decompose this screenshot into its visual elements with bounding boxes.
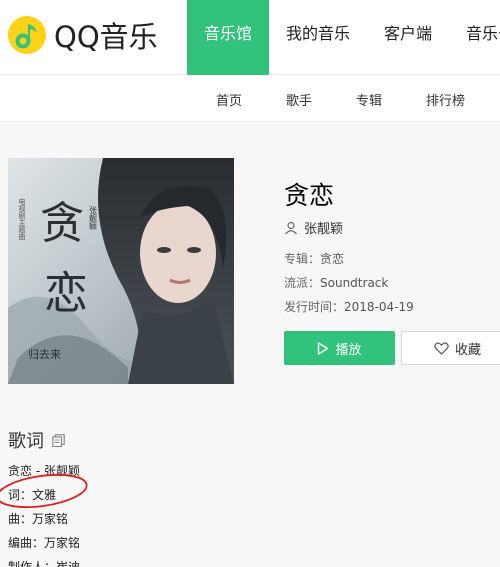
play-button[interactable]: 播放 <box>284 331 395 365</box>
album-cover[interactable]: 贪 恋 张靓颖 电视剧主题曲 归去来 <box>8 158 234 384</box>
main-nav: 音乐馆 我的音乐 客户端 音乐号 <box>187 0 500 75</box>
genre-meta: 流派：Soundtrack <box>284 274 388 291</box>
annotation-ellipse <box>0 473 88 509</box>
subnav-singers[interactable]: 歌手 <box>286 90 312 109</box>
album-cover-art: 贪 恋 张靓颖 电视剧主题曲 归去来 <box>8 158 234 384</box>
nav-my-music[interactable]: 我的音乐 <box>269 0 367 75</box>
nav-client[interactable]: 客户端 <box>367 0 449 75</box>
nav-music-hall[interactable]: 音乐馆 <box>187 0 270 75</box>
release-label: 发行时间： <box>284 300 345 314</box>
logo-note-icon <box>8 16 46 54</box>
cover-title-top: 贪 <box>40 198 84 249</box>
lyrics-heading: 歌词 <box>8 427 65 453</box>
cover-subtitle: 电视剧主题曲 <box>18 197 26 241</box>
sub-nav: 首页 歌手 专辑 排行榜 <box>0 76 500 122</box>
favorite-label: 收藏 <box>455 342 482 358</box>
subnav-charts[interactable]: 排行榜 <box>426 90 465 109</box>
cover-artist: 张靓颖 <box>89 206 98 231</box>
lyric-line: 编曲：万家铭 <box>8 536 81 550</box>
play-icon <box>318 341 329 355</box>
cover-series: 归去来 <box>28 347 61 361</box>
copy-icon[interactable] <box>52 433 65 447</box>
play-label: 播放 <box>335 342 362 358</box>
singer-row[interactable]: 张靓颖 <box>284 218 343 237</box>
album-label: 专辑： <box>284 252 321 266</box>
release-meta: 发行时间：2018-04-19 <box>284 298 414 315</box>
genre-value: Soundtrack <box>320 276 389 290</box>
heart-icon <box>434 341 449 355</box>
qq-music-logo[interactable]: QQ音乐 <box>8 14 158 56</box>
lyric-line: 制作人：崔迪 <box>8 560 81 567</box>
song-title: 贪恋 <box>284 181 335 210</box>
top-header: QQ音乐 音乐馆 我的音乐 客户端 音乐号 <box>0 0 500 75</box>
subnav-home[interactable]: 首页 <box>216 90 242 109</box>
subnav-albums[interactable]: 专辑 <box>356 90 382 109</box>
singer-name[interactable]: 张靓颖 <box>304 218 343 237</box>
nav-music-account[interactable]: 音乐号 <box>449 0 500 75</box>
album-meta: 专辑：贪恋 <box>284 250 344 267</box>
favorite-button[interactable]: 收藏 <box>401 331 500 365</box>
cover-title-bottom: 恋 <box>44 268 88 319</box>
lyrics-title: 歌词 <box>8 431 44 452</box>
genre-label: 流派： <box>284 276 321 290</box>
logo-text: QQ音乐 <box>54 20 158 54</box>
release-value: 2018-04-19 <box>344 300 414 314</box>
album-value[interactable]: 贪恋 <box>320 252 344 266</box>
singer-icon <box>285 221 297 234</box>
lyric-line: 曲：万家铭 <box>8 512 69 526</box>
